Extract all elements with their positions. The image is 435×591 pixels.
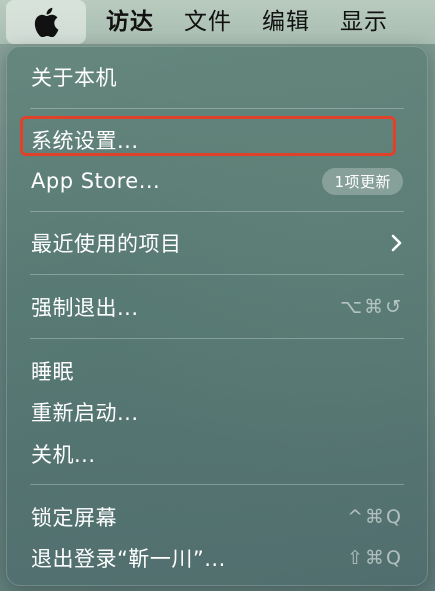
menu-item-sleep[interactable]: 睡眠 xyxy=(31,355,403,387)
menu-bar: 访达 文件 编辑 显示 xyxy=(0,0,435,44)
keyboard-shortcut: ^⌘Q xyxy=(347,506,403,528)
update-count-badge: 1项更新 xyxy=(322,167,403,195)
apple-logo-icon xyxy=(33,7,59,37)
menu-item-label: 最近使用的项目 xyxy=(31,232,182,256)
menu-item-label: 锁定屏幕 xyxy=(31,506,117,530)
menubar-item-finder[interactable]: 访达 xyxy=(96,0,164,44)
menu-item-label: 重新启动... xyxy=(31,401,139,425)
menu-item-lock-screen[interactable]: 锁定屏幕 ^⌘Q xyxy=(31,501,403,533)
menu-item-about[interactable]: 关于本机 xyxy=(31,61,403,93)
menu-item-label: 系统设置... xyxy=(31,129,139,153)
menu-separator xyxy=(30,338,404,339)
menu-item-app-store[interactable]: App Store... 1项更新 xyxy=(31,165,403,197)
menu-item-shutdown[interactable]: 关机... xyxy=(31,438,403,470)
menu-item-label: 睡眠 xyxy=(31,360,74,384)
menubar-item-file[interactable]: 文件 xyxy=(174,0,242,44)
menu-item-label: 退出登录“靳一川”... xyxy=(31,547,226,571)
chevron-right-icon xyxy=(391,234,403,252)
menubar-item-view[interactable]: 显示 xyxy=(330,0,398,44)
apple-menu-button[interactable] xyxy=(6,0,86,44)
keyboard-shortcut: ⇧⌘Q xyxy=(347,547,403,569)
apple-menu-dropdown: 关于本机 系统设置... App Store... 1项更新 最近使用的项目 强… xyxy=(6,46,428,586)
menu-item-force-quit[interactable]: 强制退出... ⌥⌘↺ xyxy=(31,291,403,323)
menu-item-system-settings[interactable]: 系统设置... xyxy=(31,124,403,156)
menu-separator xyxy=(30,274,404,275)
menu-separator xyxy=(30,108,404,109)
menu-separator xyxy=(30,484,404,485)
menu-item-label: 强制退出... xyxy=(31,296,139,320)
menu-item-label: 关于本机 xyxy=(31,66,117,90)
menu-separator xyxy=(30,211,404,212)
menu-item-restart[interactable]: 重新启动... xyxy=(31,396,403,428)
keyboard-shortcut: ⌥⌘↺ xyxy=(340,296,403,318)
menu-item-label: App Store... xyxy=(31,169,161,193)
menu-item-recent-items[interactable]: 最近使用的项目 xyxy=(31,227,403,259)
menu-item-label: 关机... xyxy=(31,443,96,467)
menubar-item-edit[interactable]: 编辑 xyxy=(252,0,320,44)
menu-item-logout[interactable]: 退出登录“靳一川”... ⇧⌘Q xyxy=(31,542,403,574)
